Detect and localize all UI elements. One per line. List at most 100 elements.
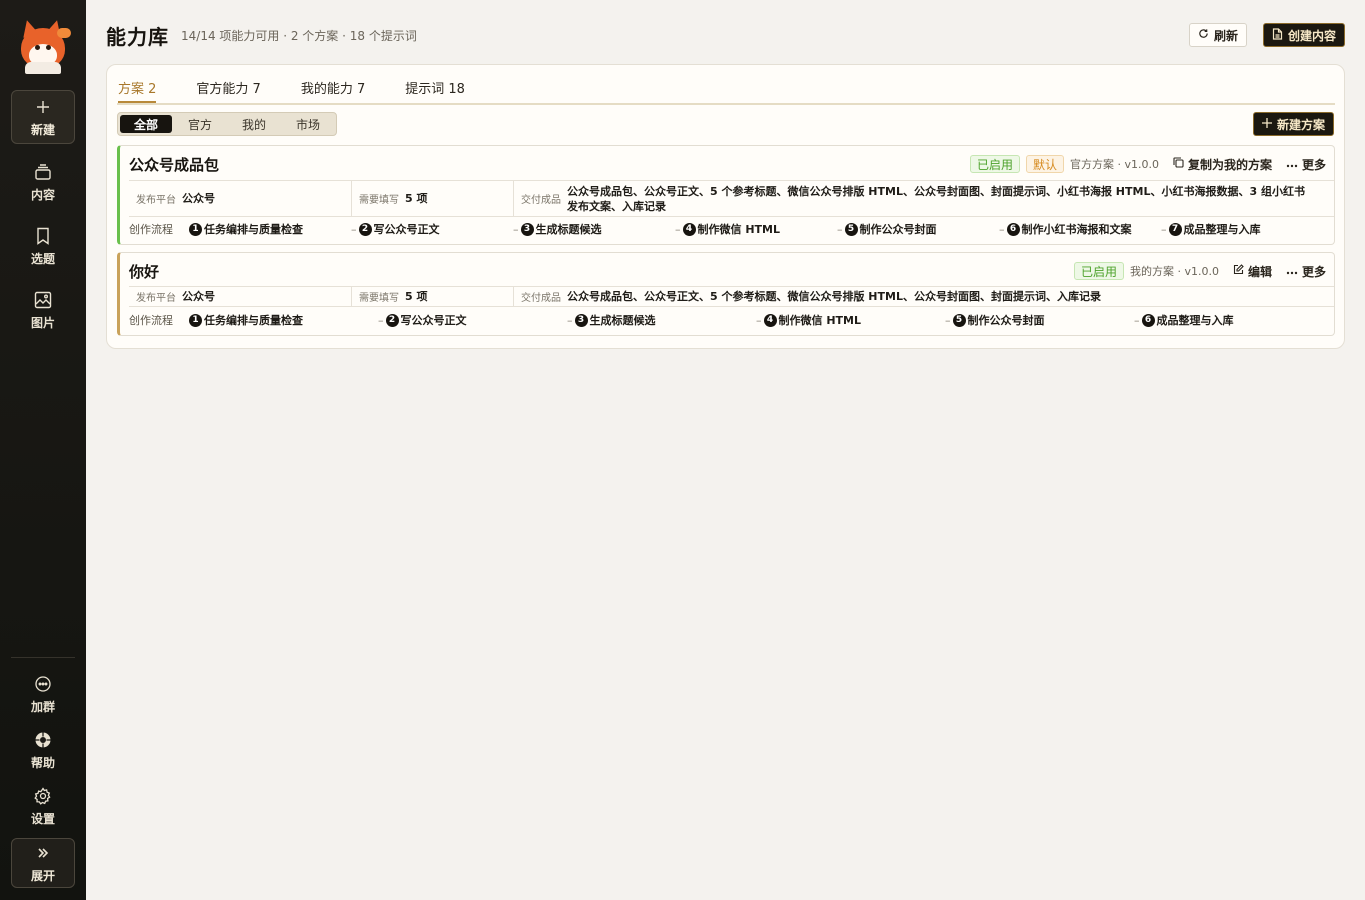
workflow-row: 创作流程 1 任务编排与质量检查 – 2 写公众号正文 – 3 生成标题候选 –	[129, 309, 1334, 331]
step-number: 4	[682, 222, 696, 236]
step-label: 制作微信 HTML	[778, 314, 862, 327]
tab-official-capabilities[interactable]: 官方能力 7	[196, 81, 260, 103]
page-title: 能力库	[106, 24, 169, 49]
tab-my-capabilities[interactable]: 我的能力 7	[301, 81, 365, 103]
sidebar-new-button[interactable]: 新建	[11, 90, 75, 144]
workflow-step[interactable]: – 5 制作公众号封面	[945, 312, 1134, 328]
more-button[interactable]: 更多	[1286, 263, 1326, 280]
step-number: 5	[844, 222, 858, 236]
bookmark-icon	[33, 226, 53, 246]
step-label: 生成标题候选	[589, 314, 656, 327]
sidebar-new-label: 新建	[30, 122, 55, 137]
info-key: 需要填写	[359, 293, 399, 304]
copy-to-my-plans-button[interactable]: 复制为我的方案	[1173, 156, 1272, 173]
capability-panel: 方案 2 官方能力 7 我的能力 7 提示词 18 全部 官方 我的 市场 新建…	[106, 64, 1345, 349]
edit-plan-button[interactable]: 编辑	[1233, 263, 1272, 280]
tab-prompts[interactable]: 提示词 18	[405, 81, 465, 103]
lifebuoy-icon	[33, 730, 53, 750]
workflow-step[interactable]: – 4 制作微信 HTML	[675, 221, 837, 237]
step-number: 3	[574, 313, 588, 327]
step-label: 制作公众号封面	[967, 314, 1045, 327]
workflow-step[interactable]: – 5 制作公众号封面	[837, 221, 999, 237]
step-number: 2	[358, 222, 372, 236]
refresh-button[interactable]: 刷新	[1188, 23, 1247, 47]
workflow-step[interactable]: 1 任务编排与质量检查	[189, 221, 351, 237]
gear-icon	[33, 786, 53, 806]
sidebar-item-label: 图片	[30, 315, 55, 330]
status-badge-enabled: 已启用	[1073, 262, 1124, 280]
sidebar-item-label: 帮助	[30, 755, 55, 770]
page-subtitle: 14/14 项能力可用 · 2 个方案 · 18 个提示词	[181, 28, 417, 43]
step-label: 任务编排与质量检查	[204, 223, 303, 236]
info-key: 需要填写	[359, 195, 399, 206]
plan-info-row: 发布平台 公众号 需要填写 5 项 交付成品 公众号成品包、公众号正文、5 个参…	[129, 180, 1334, 217]
filter-mine[interactable]: 我的	[228, 115, 280, 133]
step-number: 1	[189, 313, 202, 327]
plan-meta: 官方方案 · v1.0.0	[1069, 158, 1159, 171]
workflow-step[interactable]: – 3 生成标题候选	[567, 312, 756, 328]
workflow-row: 创作流程 1 任务编排与质量检查 – 2 写公众号正文 – 3 生成标题候选 –	[129, 218, 1334, 240]
workflow-step[interactable]: – 6 制作小红书海报和文案	[999, 221, 1161, 237]
platform-value: 公众号	[182, 192, 215, 205]
more-button[interactable]: 更多	[1286, 156, 1326, 173]
sidebar-item-settings[interactable]: 设置	[11, 780, 75, 832]
plan-title: 公众号成品包	[129, 155, 220, 174]
step-label: 写公众号正文	[400, 314, 467, 327]
tab-plans[interactable]: 方案 2	[118, 81, 157, 103]
sidebar-expand-button[interactable]: 展开	[11, 838, 75, 888]
workflow-step[interactable]: – 6 成品整理与入库	[1134, 312, 1234, 328]
workflow-step[interactable]: – 2 写公众号正文	[378, 312, 567, 328]
plan-card[interactable]: 公众号成品包 已启用 默认 官方方案 · v1.0.0 复制为我的方案 更多 发…	[117, 145, 1335, 245]
fox-logo-icon[interactable]	[15, 18, 71, 74]
filter-market[interactable]: 市场	[282, 115, 334, 133]
copy-label: 复制为我的方案	[1187, 157, 1272, 172]
plan-meta: 我的方案 · v1.0.0	[1129, 265, 1219, 278]
sidebar-item-images[interactable]: 图片	[11, 284, 75, 336]
create-content-button[interactable]: 创建内容	[1262, 23, 1345, 47]
workflow-step[interactable]: – 2 写公众号正文	[351, 221, 513, 237]
deliverables-value: 公众号成品包、公众号正文、5 个参考标题、微信公众号排版 HTML、公众号封面图…	[567, 184, 1305, 213]
workflow-step[interactable]: – 4 制作微信 HTML	[756, 312, 945, 328]
step-number: 5	[952, 313, 966, 327]
sidebar-expand-label: 展开	[30, 868, 55, 883]
more-label: 更多	[1301, 157, 1326, 172]
sidebar-item-help[interactable]: 帮助	[11, 724, 75, 776]
sidebar-item-label: 设置	[30, 811, 55, 826]
sidebar: 新建 内容 选题 图片 加群 帮助 设置 展开	[0, 0, 86, 900]
sidebar-divider	[11, 657, 75, 658]
copy-icon	[1173, 157, 1184, 171]
info-key: 发布平台	[136, 195, 176, 206]
stack-icon	[33, 162, 53, 182]
filter-official[interactable]: 官方	[174, 115, 226, 133]
workflow-step[interactable]: 1 任务编排与质量检查	[189, 312, 378, 328]
edit-icon	[1233, 264, 1244, 278]
workflow-label: 创作流程	[129, 223, 173, 236]
plan-card[interactable]: 你好 已启用 我的方案 · v1.0.0 编辑 更多 发布平台 公众号 需要填写…	[117, 252, 1335, 336]
step-label: 任务编排与质量检查	[204, 314, 303, 327]
double-chevron-right-icon	[33, 843, 53, 863]
workflow-step[interactable]: – 7 成品整理与入库	[1161, 221, 1261, 237]
sidebar-item-join-group[interactable]: 加群	[11, 668, 75, 720]
sidebar-item-label: 内容	[30, 187, 55, 202]
info-key: 发布平台	[136, 293, 176, 304]
more-dots-icon	[1286, 157, 1298, 171]
step-number: 6	[1006, 222, 1020, 236]
more-label: 更多	[1301, 264, 1326, 279]
more-dots-icon	[1286, 264, 1298, 278]
sidebar-item-label: 加群	[30, 699, 55, 714]
new-plan-label: 新建方案	[1276, 117, 1325, 132]
create-content-label: 创建内容	[1287, 28, 1336, 43]
chat-bubble-icon	[33, 674, 53, 694]
plan-info-row: 发布平台 公众号 需要填写 5 项 交付成品 公众号成品包、公众号正文、5 个参…	[129, 286, 1334, 307]
main-area: 能力库 14/14 项能力可用 · 2 个方案 · 18 个提示词 刷新 创建内…	[86, 0, 1365, 900]
workflow-step[interactable]: – 3 生成标题候选	[513, 221, 675, 237]
filter-all[interactable]: 全部	[120, 115, 172, 133]
step-label: 成品整理与入库	[1156, 314, 1234, 327]
sidebar-item-topics[interactable]: 选题	[11, 220, 75, 272]
plan-title: 你好	[129, 262, 160, 281]
sidebar-item-content[interactable]: 内容	[11, 156, 75, 208]
step-number: 2	[385, 313, 399, 327]
new-plan-button[interactable]: 新建方案	[1252, 112, 1334, 136]
step-label: 制作微信 HTML	[697, 223, 781, 236]
filter-segmented-control: 全部 官方 我的 市场	[117, 112, 337, 136]
